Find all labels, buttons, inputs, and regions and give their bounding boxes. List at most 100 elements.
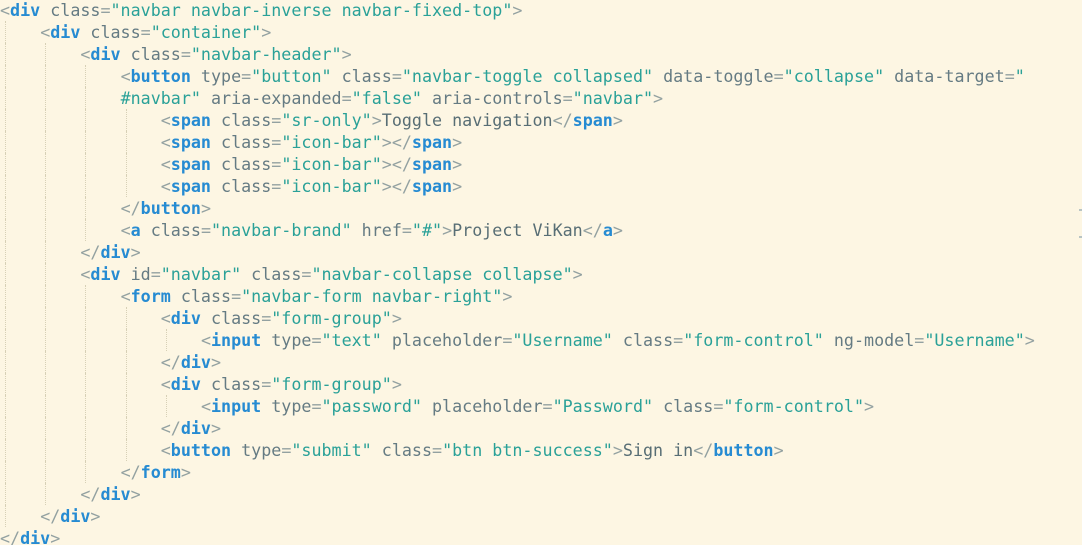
code-line: <div class="navbar-header"> [0, 43, 1035, 65]
code-token: class [80, 22, 141, 42]
code-token: div [50, 22, 81, 42]
code-token: class [170, 286, 232, 306]
code-token: < [160, 440, 171, 460]
code-token: ></ [381, 132, 412, 152]
code-token: = [281, 440, 292, 460]
code-token: = [401, 220, 412, 240]
code-token: "navbar-form navbar-right" [241, 286, 503, 306]
indent-guide [85, 87, 87, 109]
code-token: > [502, 286, 513, 306]
code-token: div [100, 484, 131, 504]
indent-guide [5, 109, 6, 131]
code-token: div [90, 44, 121, 64]
code-token: < [200, 330, 211, 350]
indent-guide [5, 373, 6, 395]
indent-guide [5, 263, 6, 285]
code-token: type [190, 66, 242, 86]
code-token: class [120, 44, 181, 64]
indent-guide [5, 219, 6, 241]
code-token: class [200, 308, 262, 328]
code-token: = [271, 176, 282, 196]
code-token: = [311, 396, 322, 416]
code-line: #navbar" aria-expanded="false" aria-cont… [0, 87, 1035, 109]
code-token: > [391, 374, 402, 394]
code-token: < [160, 132, 171, 152]
code-lines: <div class="navbar navbar-inverse navbar… [0, 0, 1035, 545]
code-token: > [130, 242, 141, 262]
code-token: </ [0, 528, 21, 545]
code-token: </ [120, 462, 141, 482]
code-token: = [673, 330, 684, 350]
indent-guide [165, 329, 167, 351]
code-token: = [341, 88, 352, 108]
code-token: > [130, 484, 141, 504]
code-token: "form-control" [683, 330, 824, 350]
code-token: "icon-bar" [281, 176, 382, 196]
indent-guide [45, 109, 47, 131]
code-line: <span class="icon-bar"></span> [0, 175, 1035, 197]
indent-guide [85, 153, 87, 175]
code-token: div [100, 242, 131, 262]
code-line: <a class="navbar-brand" href="#">Project… [0, 219, 1035, 241]
code-token: </ [552, 110, 573, 130]
indent-guide [85, 439, 87, 461]
indent-guide [125, 131, 127, 153]
indent-guide [5, 43, 6, 65]
code-token: </ [160, 352, 181, 372]
code-token: placeholder [381, 330, 503, 350]
code-token: < [160, 154, 171, 174]
code-token: > [180, 462, 191, 482]
code-token: span [411, 132, 453, 152]
code-token: data-toggle [653, 66, 774, 86]
indent-guide [5, 87, 6, 109]
code-token: = [231, 286, 242, 306]
code-token: > [50, 528, 61, 545]
code-token: class [241, 264, 302, 284]
code-token: "sr-only" [281, 110, 372, 130]
code-token: Toggle navigation [381, 110, 553, 130]
indent-guide [5, 439, 6, 461]
indent-guide [45, 241, 47, 263]
indent-guide [45, 417, 47, 439]
indent-guide [85, 417, 87, 439]
code-line: </div> [0, 417, 1035, 439]
code-token: div [90, 264, 121, 284]
indent-guide [85, 109, 87, 131]
code-token: span [411, 154, 453, 174]
code-token: < [160, 176, 171, 196]
indent-guide [125, 175, 127, 197]
code-token: "container" [150, 22, 262, 42]
code-token: "navbar" [572, 88, 654, 108]
code-token: > [371, 110, 382, 130]
code-token: = [432, 440, 443, 460]
code-token: < [160, 308, 171, 328]
code-token: aria-expanded [200, 88, 342, 108]
code-line: <div id="navbar" class="navbar-collapse … [0, 263, 1035, 285]
indent-guide [5, 65, 6, 87]
indent-guide [85, 285, 87, 307]
code-line: </form> [0, 461, 1035, 483]
indent-guide [45, 285, 47, 307]
indent-guide [85, 219, 87, 241]
code-token: > [452, 154, 463, 174]
indent-guide [125, 373, 127, 395]
code-token: type [231, 440, 282, 460]
code-token: = [391, 66, 402, 86]
code-token: > [210, 418, 222, 438]
code-token: class [140, 220, 201, 240]
code-token: < [40, 22, 51, 42]
code-editor[interactable]: <div class="navbar navbar-inverse navbar… [0, 0, 1082, 545]
code-token: > [90, 506, 101, 526]
code-token: form [140, 462, 181, 482]
code-token: = [271, 132, 282, 152]
code-token: class [200, 374, 262, 394]
indent-guide [45, 263, 47, 285]
indent-guide [45, 175, 47, 197]
